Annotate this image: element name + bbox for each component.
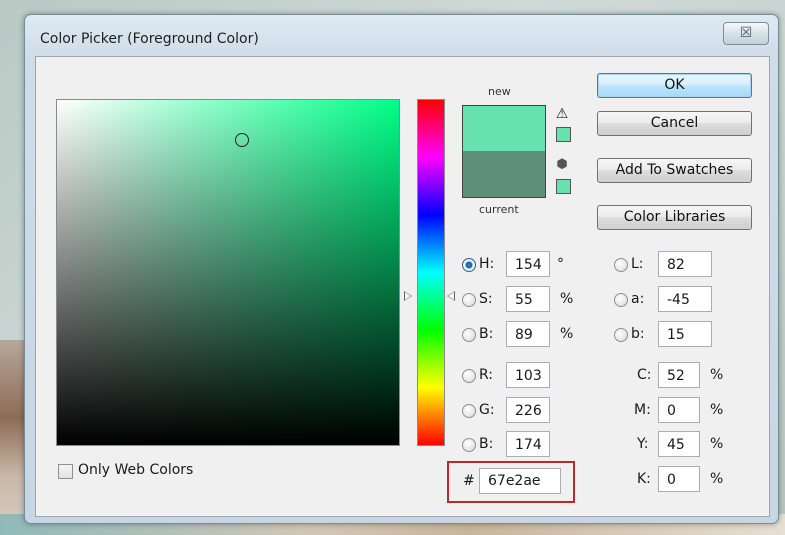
lab-a-label: a: — [631, 291, 645, 307]
green-row: G: 226 — [462, 397, 562, 425]
cyan-unit: % — [710, 367, 724, 383]
color-picker-window: Color Picker (Foreground Color) ☒ new cu… — [24, 14, 779, 524]
close-icon: ☒ — [739, 25, 753, 41]
web-safe-swatch[interactable] — [556, 179, 571, 194]
saturation-unit: % — [560, 291, 574, 307]
current-color-label: current — [479, 203, 519, 216]
lab-a-row: a: -45 — [614, 286, 724, 314]
green-label: G: — [479, 402, 495, 418]
add-to-swatches-button[interactable]: Add To Swatches — [597, 158, 752, 183]
color-libraries-button[interactable]: Color Libraries — [597, 205, 752, 230]
blue-radio[interactable] — [462, 438, 476, 452]
brightness-unit: % — [560, 326, 574, 342]
gamut-warning-swatch[interactable] — [556, 127, 571, 142]
yellow-input[interactable]: 45 — [658, 431, 700, 457]
new-color-swatch — [463, 106, 545, 151]
magenta-unit: % — [710, 402, 724, 418]
blue-input[interactable]: 174 — [506, 431, 550, 457]
black-unit: % — [710, 471, 724, 487]
color-comparison-swatch — [462, 105, 546, 198]
yellow-label: Y: — [637, 436, 649, 452]
color-field[interactable] — [56, 99, 400, 446]
brightness-row: B: 89 % — [462, 321, 582, 349]
hex-input[interactable]: 67e2ae — [479, 468, 561, 494]
red-label: R: — [479, 367, 494, 383]
ok-button[interactable]: OK — [597, 73, 752, 98]
saturation-input[interactable]: 55 — [506, 286, 550, 312]
hue-radio[interactable] — [462, 258, 476, 272]
hue-input[interactable]: 154 — [506, 251, 550, 277]
title-bar: Color Picker (Foreground Color) ☒ — [25, 15, 778, 55]
close-button[interactable]: ☒ — [723, 22, 769, 45]
web-safe-cube-icon[interactable]: ⬢ — [554, 158, 570, 172]
lab-l-radio[interactable] — [614, 258, 628, 272]
saturation-row: S: 55 % — [462, 286, 582, 314]
only-web-colors-label[interactable]: Only Web Colors — [78, 462, 193, 478]
black-row: K: 0 % — [634, 466, 754, 494]
hue-slider[interactable] — [417, 99, 445, 446]
cyan-input[interactable]: 52 — [658, 362, 700, 388]
hue-slider-handle-left[interactable] — [404, 291, 412, 301]
window-title: Color Picker (Foreground Color) — [40, 31, 259, 47]
hue-slider-handle-right[interactable] — [447, 291, 455, 301]
hex-hash-label: # — [463, 473, 475, 489]
hue-unit: ° — [557, 256, 564, 272]
saturation-label: S: — [479, 291, 493, 307]
magenta-label: M: — [634, 402, 651, 418]
lab-b-input[interactable]: 15 — [658, 321, 712, 347]
green-radio[interactable] — [462, 404, 476, 418]
lab-l-row: L: 82 — [614, 251, 724, 279]
hue-row: H: 154 ° — [462, 251, 572, 279]
red-radio[interactable] — [462, 369, 476, 383]
black-input[interactable]: 0 — [658, 466, 700, 492]
green-input[interactable]: 226 — [506, 397, 550, 423]
brightness-label: B: — [479, 326, 494, 342]
magenta-input[interactable]: 0 — [658, 397, 700, 423]
only-web-colors-checkbox[interactable] — [58, 464, 73, 479]
brightness-input[interactable]: 89 — [506, 321, 550, 347]
lab-b-row: b: 15 — [614, 321, 724, 349]
magenta-row: M: 0 % — [634, 397, 754, 425]
blue-row: B: 174 — [462, 431, 562, 459]
color-field-marker[interactable] — [235, 133, 249, 147]
hue-label: H: — [479, 256, 495, 272]
lab-a-input[interactable]: -45 — [658, 286, 712, 312]
new-color-label: new — [488, 85, 511, 98]
lab-a-radio[interactable] — [614, 293, 628, 307]
dialog-body: new current ⚠ ⬢ OK Cancel Add To Swatche… — [35, 56, 770, 517]
current-color-swatch[interactable] — [463, 151, 545, 197]
red-input[interactable]: 103 — [506, 362, 550, 388]
lab-b-radio[interactable] — [614, 328, 628, 342]
cyan-row: C: 52 % — [634, 362, 754, 390]
cyan-label: C: — [637, 367, 652, 383]
lab-b-label: b: — [631, 326, 645, 342]
yellow-row: Y: 45 % — [634, 431, 754, 459]
lab-l-input[interactable]: 82 — [658, 251, 712, 277]
saturation-radio[interactable] — [462, 293, 476, 307]
yellow-unit: % — [710, 436, 724, 452]
blue-label: B: — [479, 436, 494, 452]
cancel-button[interactable]: Cancel — [597, 111, 752, 136]
gamut-warning-icon[interactable]: ⚠ — [554, 107, 570, 121]
lab-l-label: L: — [631, 256, 644, 272]
black-label: K: — [637, 471, 651, 487]
brightness-radio[interactable] — [462, 328, 476, 342]
red-row: R: 103 — [462, 362, 562, 390]
